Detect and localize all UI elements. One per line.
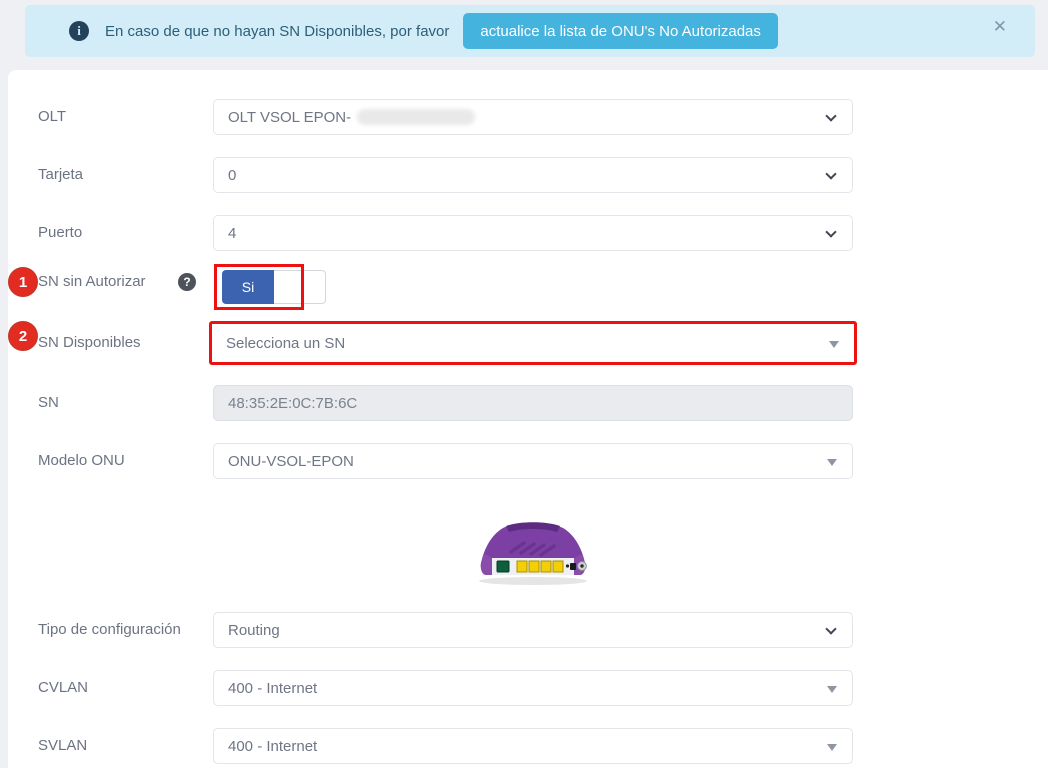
modelo-onu-selected-value: ONU-VSOL-EPON bbox=[228, 453, 354, 470]
sn-disponibles-placeholder: Selecciona un SN bbox=[226, 335, 345, 352]
svlan-label: SVLAN bbox=[38, 728, 213, 764]
chevron-down-icon bbox=[825, 168, 836, 179]
close-icon[interactable]: ✕ bbox=[993, 18, 1007, 35]
redacted-text-blur bbox=[357, 109, 475, 125]
sn-sin-autorizar-toggle[interactable]: Si bbox=[222, 270, 326, 304]
tipo-configuracion-selected-value: Routing bbox=[228, 622, 280, 639]
banner-text: En caso de que no hayan SN Disponibles, … bbox=[105, 23, 449, 40]
svlan-selected-value: 400 - Internet bbox=[228, 738, 317, 755]
info-icon: i bbox=[69, 21, 89, 41]
tarjeta-label: Tarjeta bbox=[38, 157, 213, 193]
step-badge-2: 2 bbox=[8, 321, 38, 351]
caret-down-icon bbox=[827, 686, 837, 693]
info-banner: i En caso de que no hayan SN Disponibles… bbox=[25, 5, 1035, 57]
chevron-down-icon bbox=[825, 110, 836, 121]
sn-value: 48:35:2E:0C:7B:6C bbox=[228, 395, 357, 412]
cvlan-label: CVLAN bbox=[38, 670, 213, 706]
onu-product-image bbox=[472, 508, 594, 588]
caret-down-icon bbox=[827, 459, 837, 466]
caret-down-icon bbox=[829, 341, 839, 348]
step-badge-1: 1 bbox=[8, 267, 38, 297]
sn-disponibles-label: SN Disponibles bbox=[38, 325, 213, 361]
sn-label: SN bbox=[38, 385, 213, 421]
svlan-select[interactable]: 400 - Internet bbox=[213, 728, 853, 764]
olt-label: OLT bbox=[38, 99, 213, 135]
olt-select[interactable]: OLT VSOL EPON- bbox=[213, 99, 853, 135]
puerto-label: Puerto bbox=[38, 215, 213, 251]
toggle-on-segment: Si bbox=[222, 270, 274, 304]
toggle-off-segment bbox=[274, 270, 326, 304]
form-card: OLT OLT VSOL EPON- Tarjeta 0 Puerto 4 1 … bbox=[8, 70, 1048, 768]
olt-selected-value: OLT VSOL EPON- bbox=[228, 109, 351, 126]
tipo-configuracion-select[interactable]: Routing bbox=[213, 612, 853, 648]
modelo-onu-select[interactable]: ONU-VSOL-EPON bbox=[213, 443, 853, 479]
sn-input: 48:35:2E:0C:7B:6C bbox=[213, 385, 853, 421]
help-icon[interactable]: ? bbox=[178, 273, 196, 291]
chevron-down-icon bbox=[825, 226, 836, 237]
sn-disponibles-select[interactable]: Selecciona un SN bbox=[209, 321, 857, 365]
puerto-selected-value: 4 bbox=[228, 225, 236, 242]
cvlan-selected-value: 400 - Internet bbox=[228, 680, 317, 697]
tipo-configuracion-label: Tipo de configuración bbox=[38, 612, 213, 648]
modelo-onu-label: Modelo ONU bbox=[38, 443, 213, 479]
caret-down-icon bbox=[827, 744, 837, 751]
tarjeta-selected-value: 0 bbox=[228, 167, 236, 184]
tarjeta-select[interactable]: 0 bbox=[213, 157, 853, 193]
cvlan-select[interactable]: 400 - Internet bbox=[213, 670, 853, 706]
update-onu-list-button[interactable]: actualice la lista de ONU's No Autorizad… bbox=[463, 13, 778, 49]
puerto-select[interactable]: 4 bbox=[213, 215, 853, 251]
chevron-down-icon bbox=[825, 623, 836, 634]
